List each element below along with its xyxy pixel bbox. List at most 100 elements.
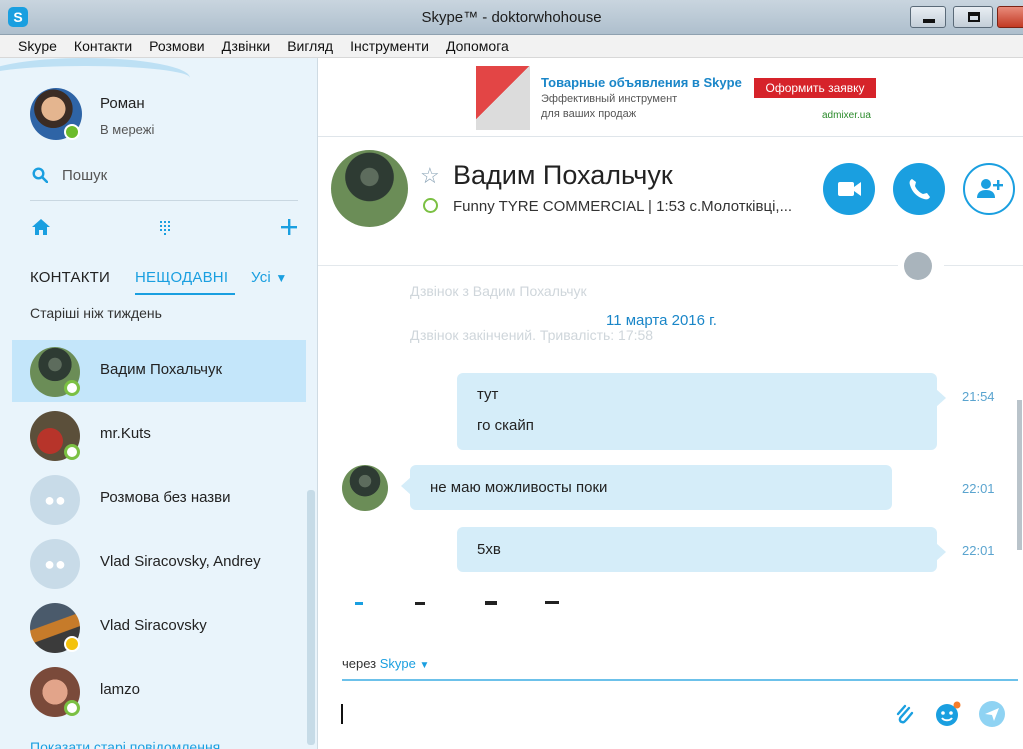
paperclip-icon[interactable] bbox=[891, 700, 919, 728]
message-text: не маю можливосты поки bbox=[430, 479, 608, 496]
offline-status-icon bbox=[64, 444, 80, 460]
chat-contact-avatar[interactable] bbox=[331, 150, 408, 227]
filter-all-label: Усі bbox=[251, 269, 271, 286]
profile-name[interactable]: Роман bbox=[100, 95, 145, 112]
chat-contact-name[interactable]: Вадим Похальчук bbox=[453, 160, 673, 191]
contact-name: Розмова без назви bbox=[100, 489, 231, 506]
video-call-button[interactable] bbox=[823, 163, 875, 215]
sidebar-scrollbar[interactable] bbox=[307, 490, 315, 745]
menu-skype[interactable]: Skype bbox=[18, 38, 57, 54]
ad-domain: admixer.ua bbox=[822, 110, 871, 121]
menu-help[interactable]: Допомога bbox=[446, 38, 509, 54]
group-avatar: ●● bbox=[30, 539, 80, 589]
close-button[interactable] bbox=[997, 6, 1023, 28]
message-text: тут bbox=[477, 386, 499, 403]
dialpad-icon[interactable] bbox=[154, 216, 176, 238]
offline-status-icon bbox=[423, 198, 438, 213]
group-icon: ●● bbox=[44, 490, 66, 510]
menu-tools[interactable]: Інструменти bbox=[350, 38, 429, 54]
chat-scrollbar[interactable] bbox=[1017, 400, 1022, 550]
faded-call-event: Дзвінок з Вадим Похальчук bbox=[410, 283, 587, 299]
contact-item[interactable]: lamzo bbox=[12, 660, 306, 722]
compose-divider bbox=[342, 679, 1018, 681]
text-cursor bbox=[341, 704, 343, 724]
minimize-icon bbox=[923, 19, 935, 23]
message-time: 22:01 bbox=[962, 481, 995, 496]
date-separator: 11 марта 2016 г. bbox=[606, 312, 717, 329]
message-bubble-incoming[interactable]: не маю можливосты поки bbox=[401, 465, 892, 510]
profile-status[interactable]: В мережі bbox=[100, 122, 154, 137]
emoticon-icon[interactable] bbox=[934, 700, 962, 728]
history-divider bbox=[318, 265, 898, 266]
search-icon[interactable] bbox=[32, 167, 48, 183]
add-icon[interactable] bbox=[278, 216, 300, 238]
maximize-button[interactable] bbox=[953, 6, 993, 28]
older-than-week-heading: Старіші ніж тиждень bbox=[30, 305, 162, 321]
message-text: 5хв bbox=[477, 541, 501, 558]
message-bubble-outgoing[interactable]: 5хв bbox=[457, 527, 946, 572]
via-service: Skype bbox=[379, 656, 416, 671]
globe-icon[interactable] bbox=[904, 252, 932, 280]
ad-banner[interactable]: Товарные объявления в Skype Эффективный … bbox=[476, 66, 886, 130]
ad-cta-button[interactable]: Оформить заявку bbox=[754, 78, 876, 98]
contact-name: Vlad Siracovsky, Andrey bbox=[100, 553, 261, 570]
group-icon: ●● bbox=[44, 554, 66, 574]
header-divider bbox=[318, 136, 1023, 137]
window-title: Skype™ - doktorwhohouse bbox=[421, 9, 602, 26]
home-icon[interactable] bbox=[30, 216, 52, 238]
ad-title: Товарные объявления в Skype bbox=[541, 75, 742, 90]
contact-item[interactable]: ●● Vlad Siracovsky, Andrey bbox=[12, 532, 306, 594]
message-time: 22:01 bbox=[962, 543, 995, 558]
skype-window: S Skype™ - doktorwhohouse Skype Контакти… bbox=[0, 0, 1023, 749]
tab-recent[interactable]: НЕЩОДАВНІ bbox=[135, 269, 228, 286]
message-time: 21:54 bbox=[962, 389, 995, 404]
minimize-button[interactable] bbox=[910, 6, 946, 28]
contact-name: lamzo bbox=[100, 681, 141, 698]
ad-subtitle: для ваших продаж bbox=[541, 108, 637, 120]
favorite-star-icon[interactable]: ☆ bbox=[420, 163, 440, 189]
ad-subtitle: Эффективный инструмент bbox=[541, 93, 678, 105]
chevron-down-icon: ▼ bbox=[419, 660, 430, 671]
search-input[interactable]: Пошук bbox=[62, 167, 107, 184]
faded-call-event: Дзвінок закінчений. Тривалість: 17:58 bbox=[410, 327, 654, 343]
offline-status-icon bbox=[64, 380, 80, 396]
message-bubble-outgoing[interactable]: тут го скайп bbox=[457, 373, 946, 450]
group-avatar: ●● bbox=[30, 475, 80, 525]
sidebar-divider bbox=[30, 200, 298, 201]
menu-calls[interactable]: Дзвінки bbox=[222, 38, 271, 54]
sidebar-decoration bbox=[0, 58, 190, 98]
contact-item[interactable]: mr.Kuts bbox=[12, 404, 306, 466]
message-text: го скайп bbox=[477, 417, 534, 434]
menu-contacts[interactable]: Контакти bbox=[74, 38, 132, 54]
contact-name: Vlad Siracovsky bbox=[100, 617, 207, 634]
contact-name: Вадим Похальчук bbox=[100, 361, 223, 378]
message-input[interactable] bbox=[350, 702, 870, 726]
filter-all-dropdown[interactable]: Усі ▼ bbox=[251, 269, 287, 286]
menu-conversations[interactable]: Розмови bbox=[149, 38, 204, 54]
contact-item[interactable]: Вадим Похальчук bbox=[12, 340, 306, 402]
ad-image bbox=[476, 66, 530, 130]
send-icon[interactable] bbox=[978, 700, 1006, 728]
history-divider bbox=[944, 265, 1023, 266]
away-status-icon bbox=[64, 636, 80, 652]
contact-item[interactable]: ●● Розмова без назви bbox=[12, 468, 306, 530]
menu-view[interactable]: Вигляд bbox=[287, 38, 333, 54]
via-prefix: через bbox=[342, 656, 377, 671]
contact-item[interactable]: Vlad Siracovsky bbox=[12, 596, 306, 658]
maximize-icon bbox=[968, 12, 980, 22]
show-older-messages-link[interactable]: Показати старі повідомлення bbox=[30, 739, 220, 749]
phone-icon bbox=[909, 179, 930, 200]
title-bar: S Skype™ - doktorwhohouse bbox=[0, 0, 1023, 35]
typing-indicator bbox=[355, 601, 559, 605]
video-camera-icon bbox=[838, 182, 861, 196]
audio-call-button[interactable] bbox=[893, 163, 945, 215]
offline-status-icon bbox=[64, 700, 80, 716]
add-participant-button[interactable] bbox=[963, 163, 1015, 215]
tab-recent-underline bbox=[135, 293, 235, 295]
chat-mood-message: Funny TYRE COMMERCIAL | 1:53 с.Молотківц… bbox=[453, 198, 793, 215]
menu-bar: Skype Контакти Розмови Дзвінки Вигляд Ін… bbox=[0, 35, 1023, 58]
message-sender-avatar[interactable] bbox=[342, 465, 388, 511]
via-selector[interactable]: через Skype ▼ bbox=[342, 656, 429, 671]
contact-name: mr.Kuts bbox=[100, 425, 151, 442]
tab-contacts[interactable]: КОНТАКТИ bbox=[30, 269, 110, 286]
